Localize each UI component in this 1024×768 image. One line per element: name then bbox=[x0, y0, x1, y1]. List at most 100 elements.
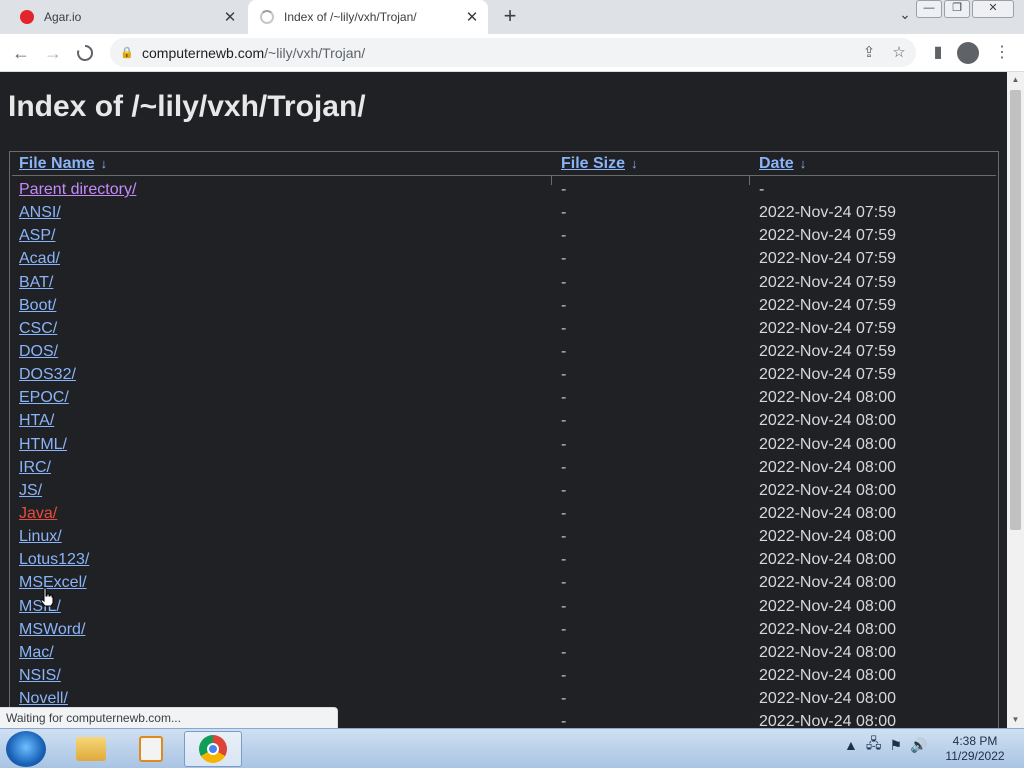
sort-arrow-icon: ↓ bbox=[799, 156, 807, 171]
media-icon bbox=[139, 736, 163, 762]
tab-title: Index of /~lily/vxh/Trojan/ bbox=[284, 10, 417, 24]
url-path: /~lily/vxh/Trojan/ bbox=[264, 44, 366, 61]
file-date: 2022-Nov-24 08:00 bbox=[759, 528, 896, 546]
windows-explorer-icon[interactable] bbox=[62, 731, 120, 767]
file-size: - bbox=[561, 296, 567, 314]
tab-search-chevron-icon[interactable]: ⌄ bbox=[894, 6, 916, 28]
file-date: 2022-Nov-24 08:00 bbox=[759, 574, 896, 592]
tab-index-trojan[interactable]: Index of /~lily/vxh/Trojan/ ✕ bbox=[248, 0, 488, 34]
column-header-size[interactable]: File Size ↓ bbox=[561, 155, 638, 173]
chrome-icon[interactable] bbox=[184, 731, 242, 767]
file-date: - bbox=[759, 181, 765, 198]
file-link[interactable]: Acad/ bbox=[19, 249, 60, 269]
file-size: - bbox=[561, 643, 567, 661]
file-size: - bbox=[561, 319, 567, 337]
show-hidden-icons-icon[interactable]: ▲ bbox=[844, 737, 858, 753]
file-link[interactable]: Mac/ bbox=[19, 643, 54, 663]
share-icon[interactable]: ⇪ bbox=[856, 40, 882, 66]
file-date: 2022-Nov-24 08:00 bbox=[759, 551, 896, 569]
file-date: 2022-Nov-24 08:00 bbox=[759, 481, 896, 499]
tab-agar[interactable]: Agar.io ✕ bbox=[8, 0, 246, 34]
page-viewport: Index of /~lily/vxh/Trojan/ File Name ↓ F… bbox=[0, 72, 1007, 728]
file-date: 2022-Nov-24 08:00 bbox=[759, 620, 896, 638]
scrollbar-thumb[interactable] bbox=[1010, 90, 1021, 530]
file-link[interactable]: MSWord/ bbox=[19, 620, 85, 640]
profile-avatar-icon[interactable] bbox=[957, 42, 979, 64]
volume-icon[interactable]: 🔊 bbox=[910, 737, 927, 754]
table-row: Parent directory/ - - bbox=[10, 180, 996, 203]
file-date: 2022-Nov-24 08:00 bbox=[759, 504, 896, 522]
file-link[interactable]: Java/ bbox=[19, 504, 57, 524]
file-link[interactable]: JS/ bbox=[19, 481, 42, 501]
action-center-flag-icon[interactable]: ⚑ bbox=[889, 737, 902, 754]
file-date: 2022-Nov-24 07:59 bbox=[759, 250, 896, 268]
start-button-icon[interactable] bbox=[6, 731, 46, 767]
scroll-down-arrow-icon[interactable]: ▼ bbox=[1007, 712, 1024, 728]
table-row: Lotus123/ - 2022-Nov-24 08:00 bbox=[10, 550, 996, 573]
file-link[interactable]: ANSI/ bbox=[19, 203, 61, 223]
media-player-icon[interactable] bbox=[122, 731, 180, 767]
status-bar: Waiting for computernewb.com... bbox=[0, 707, 338, 728]
file-link[interactable]: IRC/ bbox=[19, 458, 51, 478]
table-row: MSIL/-2022-Nov-24 08:00 bbox=[10, 597, 996, 620]
file-link[interactable]: HTA/ bbox=[19, 411, 54, 431]
file-link[interactable]: CSC/ bbox=[19, 319, 57, 339]
table-row: HTA/ - 2022-Nov-24 08:00 bbox=[10, 411, 996, 434]
column-header-date[interactable]: Date ↓ bbox=[759, 155, 806, 173]
file-link[interactable]: HTML/ bbox=[19, 435, 67, 455]
file-date: 2022-Nov-24 07:59 bbox=[759, 366, 896, 384]
table-row: Boot/ - 2022-Nov-24 07:59 bbox=[10, 296, 996, 319]
close-tab-icon[interactable]: ✕ bbox=[220, 8, 240, 26]
minimize-button[interactable]: — bbox=[916, 0, 942, 18]
file-date: 2022-Nov-24 07:59 bbox=[759, 227, 896, 245]
system-tray: ▲ 🖧 ⚑ 🔊 bbox=[844, 733, 935, 757]
file-link[interactable]: NSIS/ bbox=[19, 666, 61, 686]
back-arrow-icon[interactable]: ← bbox=[8, 40, 34, 66]
bookmark-star-icon[interactable]: ☆ bbox=[886, 40, 912, 66]
loading-spinner-icon bbox=[260, 10, 274, 24]
address-bar[interactable]: 🔒 computernewb.com/~lily/vxh/Trojan/ ⇪ ☆ bbox=[110, 38, 916, 67]
side-panel-icon[interactable]: ▮ bbox=[925, 40, 951, 66]
file-link[interactable]: DOS32/ bbox=[19, 365, 76, 385]
scroll-up-arrow-icon[interactable]: ▲ bbox=[1007, 72, 1024, 88]
table-row: ASP/ - 2022-Nov-24 07:59 bbox=[10, 226, 996, 249]
page-title: Index of /~lily/vxh/Trojan/ bbox=[8, 90, 366, 123]
table-row: Acad/ - 2022-Nov-24 07:59 bbox=[10, 249, 996, 272]
file-size: - bbox=[561, 504, 567, 522]
file-link[interactable]: EPOC/ bbox=[19, 388, 69, 408]
stop-loading-icon[interactable] bbox=[72, 40, 98, 66]
table-row: EPOC/ - 2022-Nov-24 08:00 bbox=[10, 388, 996, 411]
file-link[interactable]: ASP/ bbox=[19, 226, 55, 246]
network-icon[interactable]: 🖧 bbox=[866, 733, 882, 757]
file-size: - bbox=[561, 528, 567, 546]
file-date: 2022-Nov-24 07:59 bbox=[759, 342, 896, 360]
sort-arrow-icon: ↓ bbox=[100, 156, 108, 171]
file-link[interactable]: Boot/ bbox=[19, 296, 56, 316]
lock-icon[interactable]: 🔒 bbox=[120, 46, 134, 60]
taskbar-clock[interactable]: 4:38 PM 11/29/2022 bbox=[940, 734, 1010, 764]
sort-by-size-link[interactable]: File Size bbox=[561, 155, 625, 172]
file-link[interactable]: Lotus123/ bbox=[19, 550, 89, 570]
file-link[interactable]: Linux/ bbox=[19, 527, 62, 547]
restore-button[interactable]: ❐ bbox=[944, 0, 970, 18]
file-date: 2022-Nov-24 07:59 bbox=[759, 319, 896, 337]
menu-kebab-icon[interactable]: ⋮ bbox=[989, 40, 1015, 66]
file-date: 2022-Nov-24 08:00 bbox=[759, 666, 896, 684]
close-window-button[interactable]: ✕ bbox=[972, 0, 1014, 18]
file-size: - bbox=[561, 412, 567, 430]
sort-by-date-link[interactable]: Date bbox=[759, 155, 794, 172]
file-listing-table: File Name ↓ File Size ↓ Date ↓ Parent direc… bbox=[9, 151, 999, 728]
column-header-name[interactable]: File Name ↓ bbox=[19, 155, 107, 173]
file-link[interactable]: Parent directory/ bbox=[19, 180, 136, 200]
new-tab-button[interactable]: + bbox=[498, 4, 522, 28]
table-row: MSWord/ - 2022-Nov-24 08:00 bbox=[10, 620, 996, 643]
close-tab-icon[interactable]: ✕ bbox=[462, 8, 482, 26]
file-link[interactable]: BAT/ bbox=[19, 273, 53, 293]
forward-arrow-icon[interactable]: → bbox=[40, 40, 66, 66]
file-size: - bbox=[561, 435, 567, 453]
url-text[interactable]: computernewb.com/~lily/vxh/Trojan/ bbox=[142, 45, 856, 61]
file-link[interactable]: DOS/ bbox=[19, 342, 58, 362]
tab-strip: Agar.io ✕ Index of /~lily/vxh/Trojan/ ✕ … bbox=[0, 0, 1024, 34]
page-scrollbar[interactable]: ▲ ▼ bbox=[1007, 72, 1024, 728]
sort-by-name-link[interactable]: File Name bbox=[19, 155, 95, 172]
